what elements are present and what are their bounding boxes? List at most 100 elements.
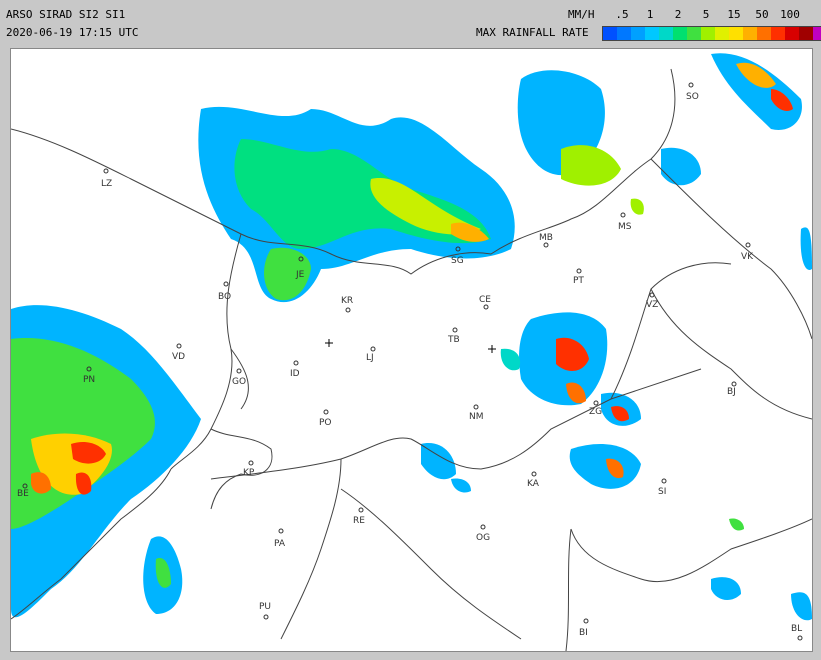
precipitation-layer — [11, 53, 812, 621]
scale-label: 15 — [727, 8, 741, 21]
city-label: NM — [469, 412, 484, 422]
scale-swatch — [799, 27, 813, 40]
city-marker[interactable]: NM — [469, 404, 484, 422]
scale-swatch — [771, 27, 785, 40]
rain-cell — [569, 444, 641, 489]
scale-label: 2 — [674, 8, 682, 21]
city-marker[interactable]: LJ — [366, 346, 376, 363]
border-line — [565, 528, 572, 651]
city-label: KA — [527, 479, 540, 489]
scale-swatch — [785, 27, 799, 40]
scale-swatch — [659, 27, 673, 40]
scale-title: MAX RAINFALL RATE — [476, 26, 589, 39]
city-marker[interactable]: ZG — [589, 400, 602, 417]
city-marker[interactable]: MB — [539, 233, 553, 248]
border-line — [570, 518, 812, 583]
units-label: MM/H — [568, 8, 595, 21]
city-marker[interactable]: KR — [341, 296, 353, 313]
city-label: BO — [218, 292, 231, 302]
city-label: VK — [741, 252, 754, 262]
city-label: GO — [232, 377, 246, 387]
border-line — [650, 158, 812, 340]
scale-swatch — [757, 27, 771, 40]
map-canvas: SO LZ MS MB VK SG PT JE BO KR CE VZ TB V… — [11, 53, 812, 651]
city-marker[interactable]: PT — [573, 268, 584, 286]
rain-cell — [561, 145, 621, 186]
rain-cell — [711, 53, 802, 130]
scale-swatch — [631, 27, 645, 40]
city-label: KP — [243, 468, 255, 478]
city-label: RE — [353, 516, 365, 526]
city-label: PU — [259, 602, 271, 612]
scale-swatch — [645, 27, 659, 40]
scale-swatch — [687, 27, 701, 40]
rain-cell — [729, 518, 744, 531]
rain-cell — [500, 348, 521, 371]
city-label: BI — [579, 628, 588, 638]
city-label: SG — [451, 256, 464, 266]
city-marker[interactable]: VZ — [646, 292, 658, 310]
city-label: TB — [447, 335, 460, 345]
scale-label: .5 — [615, 8, 629, 21]
scale-swatch — [701, 27, 715, 40]
city-marker[interactable]: KA — [527, 471, 540, 489]
city-marker[interactable]: PO — [319, 409, 332, 428]
scale-label: 1 — [646, 8, 654, 21]
city-label: KR — [341, 296, 353, 306]
rain-cell — [630, 198, 644, 215]
timestamp: 2020-06-19 17:15 UTC — [6, 26, 139, 39]
city-marker[interactable]: TB — [447, 327, 460, 345]
city-marker[interactable]: ID — [290, 360, 300, 379]
border-line — [340, 488, 522, 640]
city-label: BE — [17, 489, 29, 499]
city-marker[interactable]: RE — [353, 507, 365, 526]
scale-label: 100 — [780, 8, 800, 21]
scale-swatch — [673, 27, 687, 40]
city-label: PA — [274, 539, 286, 549]
city-marker[interactable]: PU — [259, 602, 271, 620]
scale-label: 5 — [702, 8, 710, 21]
city-label: JE — [295, 270, 305, 280]
city-marker[interactable]: GO — [232, 368, 246, 387]
product-title: ARSO SIRAD SI2 SI1 — [6, 8, 126, 21]
city-marker[interactable]: BL — [791, 624, 803, 641]
city-marker[interactable]: PA — [274, 528, 286, 549]
city-label: OG — [476, 533, 490, 543]
city-label: MB — [539, 233, 553, 243]
city-label: VZ — [646, 300, 658, 310]
city-marker[interactable]: KP — [243, 460, 255, 478]
rain-cell — [661, 147, 701, 186]
scale-label: 50 — [755, 8, 769, 21]
city-label: ID — [290, 369, 300, 379]
city-marker[interactable]: SO — [686, 82, 699, 102]
city-marker[interactable]: SI — [658, 478, 667, 497]
city-marker[interactable]: OG — [476, 524, 490, 543]
city-label: LJ — [366, 353, 374, 363]
border-line — [280, 458, 342, 640]
scale-swatch — [603, 27, 617, 40]
city-label: SI — [658, 487, 666, 497]
border-line — [210, 428, 273, 510]
border-line — [650, 288, 812, 420]
scale-swatch — [813, 27, 821, 40]
scale-swatch — [743, 27, 757, 40]
radar-map[interactable]: SO LZ MS MB VK SG PT JE BO KR CE VZ TB V… — [10, 48, 813, 652]
color-scale-bar — [602, 26, 821, 41]
city-marker[interactable]: MS — [618, 212, 632, 232]
scale-swatch — [715, 27, 729, 40]
city-label: ZG — [589, 407, 602, 417]
city-marker[interactable]: LZ — [101, 168, 112, 189]
city-marker[interactable]: VD — [172, 343, 185, 362]
city-label: LZ — [101, 179, 112, 189]
radar-site-marker — [488, 345, 496, 353]
city-marker[interactable]: CE — [479, 295, 491, 310]
city-marker[interactable]: BI — [579, 618, 589, 638]
radar-markers — [325, 339, 496, 353]
city-label: SO — [686, 92, 699, 102]
rain-cell — [451, 478, 471, 493]
scale-swatch — [617, 27, 631, 40]
city-label: BJ — [727, 387, 736, 397]
city-label: BL — [791, 624, 802, 634]
city-marker[interactable]: BJ — [727, 381, 737, 397]
rain-cell — [711, 577, 741, 601]
